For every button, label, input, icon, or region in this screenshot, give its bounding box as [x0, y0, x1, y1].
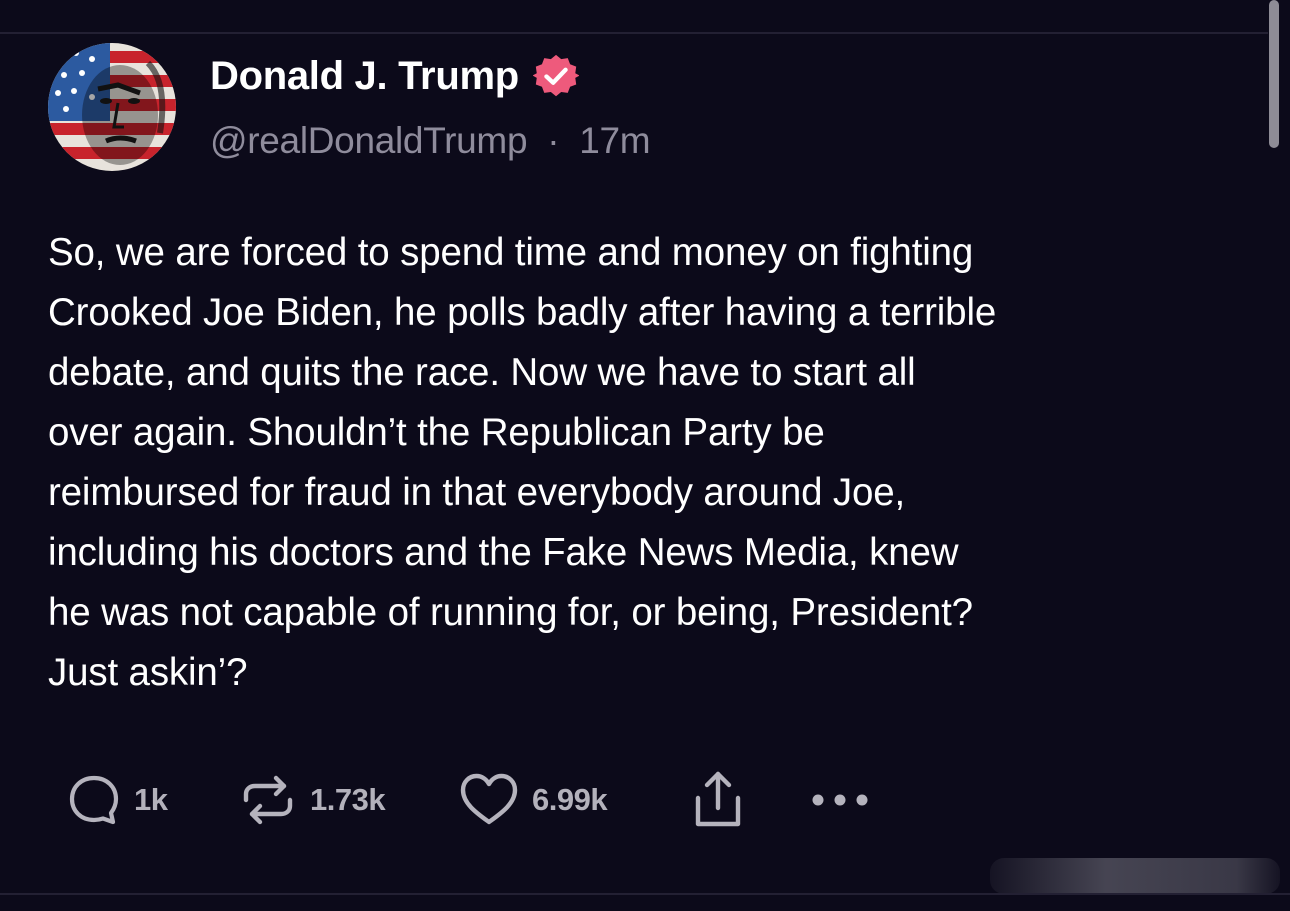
like-button[interactable]: 6.99k — [458, 770, 608, 830]
avatar[interactable] — [48, 43, 176, 171]
avatar-flag-portrait-icon — [48, 43, 176, 171]
share-button[interactable] — [690, 770, 746, 830]
post-text-line: So, we are forced to spend time and mone… — [48, 231, 974, 274]
like-count: 6.99k — [532, 782, 608, 817]
scrollbar-thumb[interactable] — [1269, 0, 1279, 148]
post-text-line: reimbursed for fraud in that everybody a… — [48, 471, 906, 514]
more-options-button[interactable] — [808, 770, 872, 830]
post-text-line: he was not capable of running for, or be… — [48, 591, 973, 634]
post-text-line: over again. Shouldn’t the Republican Par… — [48, 411, 825, 454]
post-text-line: including his doctors and the Fake News … — [48, 531, 959, 574]
top-divider — [0, 32, 1268, 34]
heart-icon — [458, 770, 520, 830]
repost-arrows-icon — [238, 770, 298, 830]
reply-button[interactable]: 1k — [66, 770, 168, 830]
repost-count: 1.73k — [310, 782, 386, 817]
post-timestamp[interactable]: 17m — [579, 120, 650, 161]
author-name-row: Donald J. Trump — [210, 52, 579, 100]
author-display-name[interactable]: Donald J. Trump — [210, 54, 519, 99]
post-text-line: Just askin’? — [48, 651, 248, 694]
post-text-line: Crooked Joe Biden, he polls badly after … — [48, 291, 997, 334]
reply-count: 1k — [134, 782, 168, 817]
speech-bubble-icon — [66, 772, 122, 828]
repost-button[interactable]: 1.73k — [238, 770, 386, 830]
verified-badge-icon — [532, 54, 579, 97]
author-meta: @realDonaldTrump · 17m — [210, 120, 651, 162]
watermark-overlay — [990, 858, 1280, 894]
author-handle[interactable]: @realDonaldTrump — [210, 120, 528, 161]
post-text: So, we are forced to spend time and mone… — [48, 223, 1263, 703]
post-text-line: debate, and quits the race. Now we have … — [48, 351, 916, 394]
bottom-divider — [0, 893, 1290, 895]
meta-separator: · — [547, 120, 560, 161]
share-upload-icon — [690, 768, 746, 832]
ellipsis-icon — [808, 785, 872, 815]
